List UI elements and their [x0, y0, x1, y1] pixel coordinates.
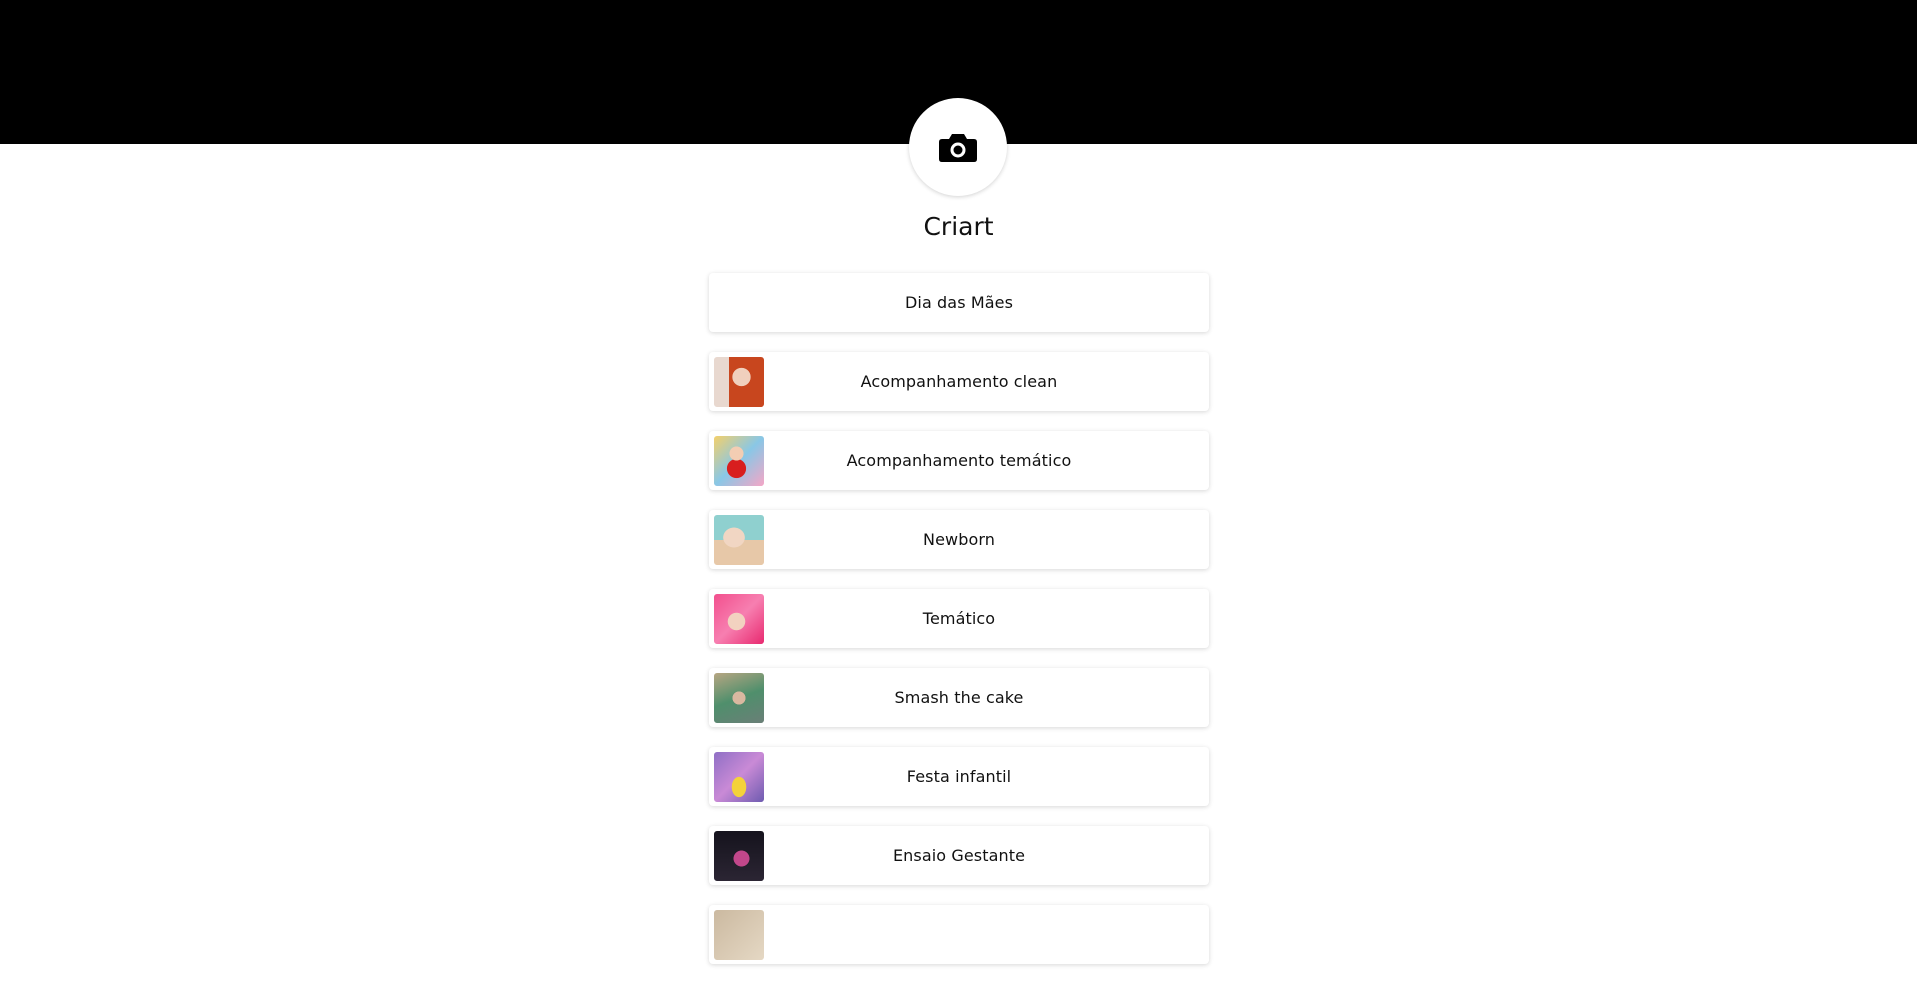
- profile-name: Criart: [923, 212, 994, 241]
- link-button-acompanhamento-tematico[interactable]: Acompanhamento temático: [709, 431, 1209, 490]
- link-thumbnail: [714, 515, 764, 565]
- link-label: Smash the cake: [894, 688, 1024, 707]
- link-thumbnail: [714, 673, 764, 723]
- link-button-smash-the-cake[interactable]: Smash the cake: [709, 668, 1209, 727]
- link-label: Newborn: [923, 530, 995, 549]
- link-label: Ensaio Gestante: [892, 846, 1026, 865]
- link-button-ensaio-gestante[interactable]: Ensaio Gestante: [709, 826, 1209, 885]
- link-list: Dia das Mães Acompanhamento clean Acompa…: [709, 273, 1209, 984]
- link-label: Dia das Mães: [904, 293, 1014, 312]
- link-thumbnail: [714, 752, 764, 802]
- link-label: Acompanhamento clean: [860, 372, 1058, 391]
- link-label: Temático: [922, 609, 996, 628]
- link-label: Festa infantil: [906, 767, 1012, 786]
- link-label: Acompanhamento temático: [846, 451, 1072, 470]
- link-thumbnail: [714, 436, 764, 486]
- link-thumbnail: [714, 357, 764, 407]
- link-page: Criart Dia das Mães Acompanhamento clean…: [0, 0, 1917, 964]
- link-thumbnail: [714, 910, 764, 960]
- link-thumbnail: [714, 594, 764, 644]
- link-button-acompanhamento-clean[interactable]: Acompanhamento clean: [709, 352, 1209, 411]
- link-button-dia-das-maes[interactable]: Dia das Mães: [709, 273, 1209, 332]
- link-thumbnail: [714, 831, 764, 881]
- profile-avatar: [909, 98, 1007, 196]
- link-button-partial[interactable]: [709, 905, 1209, 964]
- link-button-festa-infantil[interactable]: Festa infantil: [709, 747, 1209, 806]
- link-button-tematico[interactable]: Temático: [709, 589, 1209, 648]
- link-button-newborn[interactable]: Newborn: [709, 510, 1209, 569]
- camera-icon: [938, 131, 978, 163]
